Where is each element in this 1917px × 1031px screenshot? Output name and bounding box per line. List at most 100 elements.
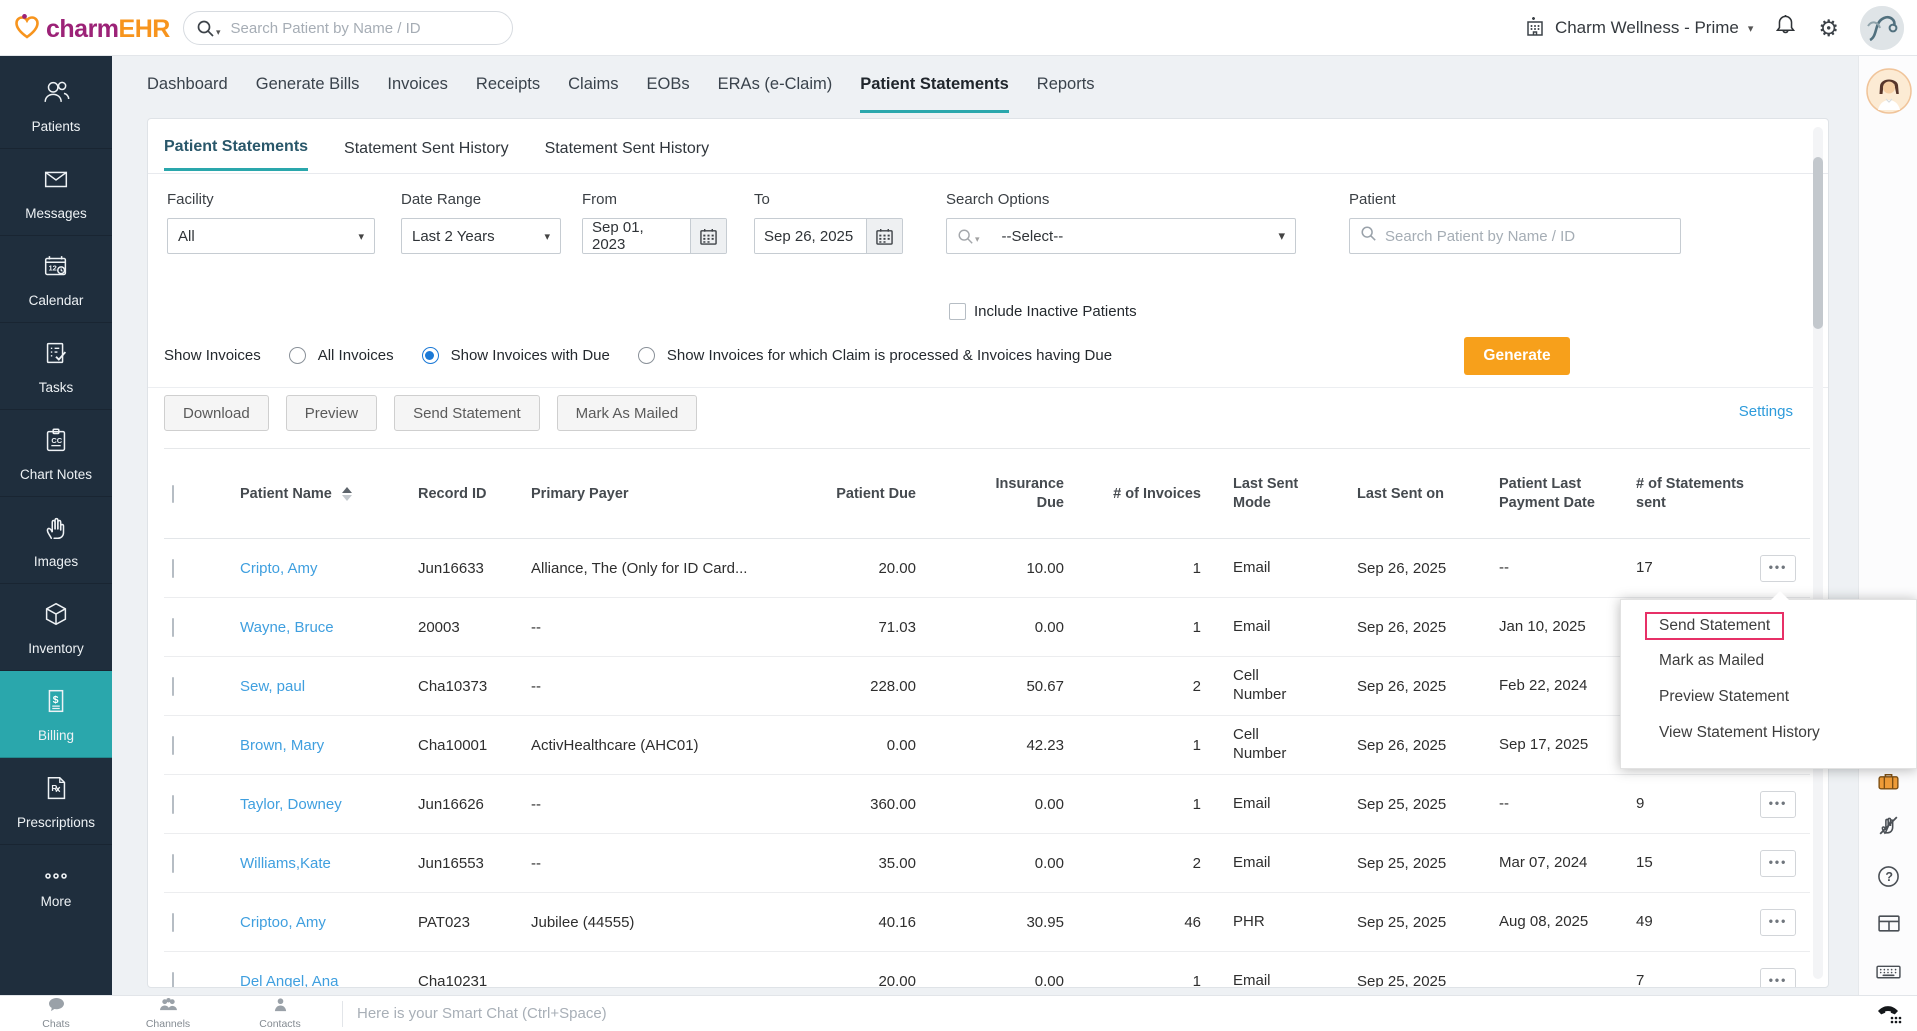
row-actions-button[interactable] <box>1760 909 1796 936</box>
row-checkbox[interactable] <box>172 972 174 989</box>
mark-as-mailed-button[interactable]: Mark As Mailed <box>557 395 698 431</box>
calendar-icon[interactable] <box>866 219 902 253</box>
subtab-patient-statements[interactable]: Patient Statements <box>164 121 308 171</box>
contacts-tab[interactable]: Contacts <box>224 997 336 1030</box>
phone-dialer-icon[interactable] <box>1875 1001 1917 1027</box>
sidebar-item-images[interactable]: Images <box>0 497 112 584</box>
date-range-label: Date Range <box>401 191 561 208</box>
include-inactive-checkbox[interactable] <box>949 303 966 320</box>
sidebar-item-chart-notes[interactable]: CC Chart Notes <box>0 410 112 497</box>
radio-all-invoices[interactable] <box>289 347 306 364</box>
patient-name-link[interactable]: Wayne, Bruce <box>240 619 334 636</box>
menu-item-mark-as-mailed[interactable]: Mark as Mailed <box>1621 643 1916 679</box>
keyboard-icon[interactable] <box>1859 959 1917 984</box>
notifications-bell-icon[interactable] <box>1774 13 1797 43</box>
radio-claim-processed[interactable] <box>638 347 655 364</box>
menu-item-preview-statement[interactable]: Preview Statement <box>1621 679 1916 715</box>
radio-invoices-with-due[interactable] <box>422 347 439 364</box>
menu-item-send-statement[interactable]: Send Statement <box>1645 612 1784 640</box>
patient-name-link[interactable]: Cripto, Amy <box>240 560 318 577</box>
patient-name-link[interactable]: Williams,Kate <box>240 855 331 872</box>
subtab-statement-sent-history-1[interactable]: Statement Sent History <box>344 123 509 170</box>
patient-name-link[interactable]: Brown, Mary <box>240 737 324 754</box>
right-rail: ? <box>1858 56 1917 995</box>
row-checkbox[interactable] <box>172 854 174 873</box>
send-statement-button[interactable]: Send Statement <box>394 395 540 431</box>
insurance-due-cell: 50.67 <box>928 678 1076 695</box>
assistant-avatar[interactable] <box>1859 68 1917 114</box>
global-search-input[interactable] <box>231 20 500 37</box>
row-checkbox[interactable] <box>172 913 174 932</box>
tab-invoices[interactable]: Invoices <box>387 56 448 113</box>
help-icon[interactable]: ? <box>1859 864 1917 889</box>
window-layout-icon[interactable] <box>1859 911 1917 936</box>
primary-payer-cell: Alliance, The (Only for ID Card... <box>531 560 801 577</box>
patient-search-input[interactable] <box>1385 228 1670 245</box>
smart-chat[interactable] <box>349 996 1875 1031</box>
smart-chat-input[interactable] <box>349 1005 1875 1022</box>
chats-tab[interactable]: Chats <box>0 997 112 1030</box>
tab-generate-bills[interactable]: Generate Bills <box>256 56 360 113</box>
download-button[interactable]: Download <box>164 395 269 431</box>
patient-name-link[interactable]: Criptoo, Amy <box>240 914 326 931</box>
channels-tab[interactable]: Channels <box>112 997 224 1030</box>
tab-eobs[interactable]: EOBs <box>647 56 690 113</box>
calendar-icon[interactable] <box>690 219 726 253</box>
sidebar-item-patients[interactable]: Patients <box>0 62 112 149</box>
tab-eras[interactable]: ERAs (e-Claim) <box>718 56 833 113</box>
briefcase-icon[interactable] <box>1859 768 1917 793</box>
row-checkbox[interactable] <box>172 559 174 578</box>
column-patient-name[interactable]: Patient Name <box>208 486 418 502</box>
patient-search-field[interactable] <box>1349 218 1681 254</box>
sidebar-item-billing[interactable]: $ Billing <box>0 671 112 758</box>
tab-claims[interactable]: Claims <box>568 56 618 113</box>
menu-item-view-statement-history[interactable]: View Statement History <box>1621 715 1916 751</box>
settings-link[interactable]: Settings <box>1739 403 1793 420</box>
row-actions-button[interactable] <box>1760 968 1796 989</box>
sidebar-item-inventory[interactable]: Inventory <box>0 584 112 671</box>
row-actions-button[interactable] <box>1760 850 1796 877</box>
last-payment-cell: -- <box>1485 558 1622 578</box>
tab-reports[interactable]: Reports <box>1037 56 1095 113</box>
patient-name-link[interactable]: Sew, paul <box>240 678 305 695</box>
patient-name-link[interactable]: Taylor, Downey <box>240 796 342 813</box>
subtab-statement-sent-history-2[interactable]: Statement Sent History <box>545 123 710 170</box>
practice-switcher[interactable]: Charm Wellness - Prime ▾ <box>1523 14 1753 43</box>
tab-dashboard[interactable]: Dashboard <box>147 56 228 113</box>
hand-slash-icon[interactable] <box>1859 813 1917 838</box>
billing-nav-tabs: Dashboard Generate Bills Invoices Receip… <box>147 56 1095 113</box>
global-search[interactable]: ▾ <box>183 11 513 45</box>
row-checkbox[interactable] <box>172 618 174 637</box>
generate-button[interactable]: Generate <box>1464 337 1570 375</box>
row-actions-button[interactable] <box>1760 791 1796 818</box>
primary-payer-cell: -- <box>531 796 801 813</box>
facility-select[interactable]: All▾ <box>167 218 375 254</box>
search-scope-icon[interactable]: ▾ <box>196 19 221 38</box>
patient-name-link[interactable]: Del Angel, Ana <box>240 973 338 989</box>
sort-icon[interactable] <box>342 487 352 501</box>
settings-gear-icon[interactable]: ⚙ <box>1818 17 1839 40</box>
date-range-select[interactable]: Last 2 Years▾ <box>401 218 561 254</box>
tab-patient-statements[interactable]: Patient Statements <box>860 56 1009 113</box>
sidebar-item-tasks[interactable]: Tasks <box>0 323 112 410</box>
select-all-checkbox[interactable] <box>172 485 174 503</box>
search-options-select[interactable]: ▾ --Select-- ▾ <box>946 218 1296 254</box>
row-checkbox[interactable] <box>172 677 174 696</box>
from-date-field[interactable]: Sep 01, 2023 <box>582 218 727 254</box>
last-payment-cell: Aug 08, 2025 <box>1485 912 1622 932</box>
sidebar-item-messages[interactable]: Messages <box>0 149 112 236</box>
sidebar-item-calendar[interactable]: 12 Calendar <box>0 236 112 323</box>
preview-button[interactable]: Preview <box>286 395 377 431</box>
tab-receipts[interactable]: Receipts <box>476 56 540 113</box>
row-checkbox[interactable] <box>172 736 174 755</box>
sidebar-item-prescriptions[interactable]: R Prescriptions <box>0 758 112 845</box>
record-id-cell: Cha10373 <box>418 678 531 695</box>
scrollbar-thumb[interactable] <box>1813 157 1823 329</box>
sidebar-item-more[interactable]: More <box>0 845 112 932</box>
search-icon: ▾ <box>957 228 980 245</box>
scrollbar-track[interactable] <box>1813 127 1823 979</box>
row-actions-button[interactable] <box>1760 555 1796 582</box>
to-date-field[interactable]: Sep 26, 2025 <box>754 218 903 254</box>
row-checkbox[interactable] <box>172 795 174 814</box>
user-avatar[interactable] <box>1860 6 1904 50</box>
